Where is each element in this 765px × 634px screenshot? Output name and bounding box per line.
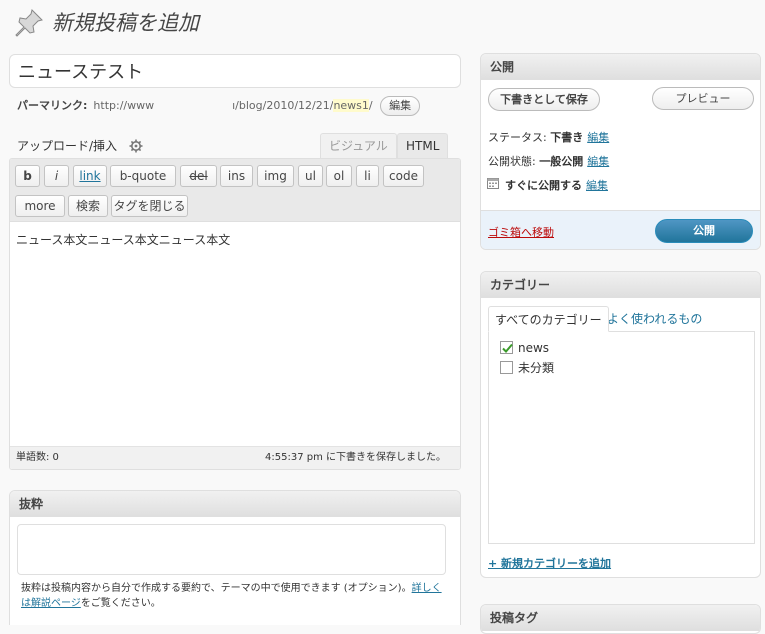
checkbox-unchecked[interactable] (500, 361, 513, 374)
publish-box-title[interactable]: 公開 (481, 54, 760, 80)
checkbox-checked[interactable] (500, 341, 513, 354)
schedule-value: すぐに公開する (505, 179, 582, 192)
visibility-edit-link[interactable]: 編集 (587, 155, 609, 168)
post-status-value: 下書き (550, 131, 584, 144)
tab-all-categories[interactable]: すべてのカテゴリー (488, 306, 609, 332)
permalink-edit-button[interactable]: 編集 (380, 96, 421, 116)
excerpt-textarea[interactable] (17, 524, 446, 575)
publish-button[interactable]: 公開 (655, 219, 753, 243)
permalink-row: パーマリンク: http://www ı/blog/2010/12/21/news1… (17, 96, 467, 116)
permalink-path: ı/blog/2010/12/21/ (232, 99, 334, 112)
qt-more-button[interactable]: more (15, 195, 65, 217)
publish-actions: ゴミ箱へ移動 公開 (481, 210, 760, 249)
move-to-trash-link[interactable]: ゴミ箱へ移動 (488, 224, 554, 240)
qt-img-button[interactable]: img (257, 165, 294, 187)
qt-italic-button[interactable]: i (44, 165, 69, 187)
permalink-prefix: http://www (93, 99, 155, 112)
permalink-slug[interactable]: news1 (333, 99, 369, 112)
excerpt-box: 抜粋 抜粋は投稿内容から自分で作成する要約で、テーマの中で使用できます (オプシ… (9, 490, 461, 625)
category-box: カテゴリー すべてのカテゴリー よく使われるもの news 未分類 + 新規カテ… (480, 271, 761, 578)
visibility-value: 一般公開 (539, 155, 584, 168)
excerpt-help-text: 抜粋は投稿内容から自分で作成する要約で、テーマの中で使用できます (オプション)… (21, 583, 442, 609)
schedule-row: すぐに公開する 編集 (505, 177, 608, 193)
category-label: 未分類 (518, 361, 555, 375)
page-title: 新規投稿を追加 (52, 11, 199, 35)
post-title-input[interactable] (9, 54, 461, 88)
editor: b i link b-quote del ins img ul ol li co… (9, 158, 461, 470)
tags-box: 投稿タグ (480, 604, 761, 634)
qt-ol-button[interactable]: ol (326, 165, 352, 187)
checkmark-icon (502, 343, 513, 353)
permalink-suffix: / (368, 99, 373, 112)
permalink-label: パーマリンク: (17, 99, 88, 112)
tags-box-title[interactable]: 投稿タグ (481, 605, 760, 631)
add-new-category-link[interactable]: + 新規カテゴリーを追加 (488, 555, 611, 571)
tab-html[interactable]: HTML (397, 133, 449, 159)
qt-bold-button[interactable]: b (15, 165, 40, 187)
category-item[interactable]: 未分類 (500, 360, 554, 376)
qt-ul-button[interactable]: ul (298, 165, 323, 187)
qt-blockquote-button[interactable]: b-quote (110, 165, 176, 187)
editor-status-bar: 単語数: 0 4:55:37 pm に下書きを保存しました。 (10, 446, 460, 469)
save-draft-button[interactable]: 下書きとして保存 (488, 88, 600, 111)
qt-link-button[interactable]: link (73, 165, 107, 187)
excerpt-box-title[interactable]: 抜粋 (10, 491, 460, 517)
quicktags-toolbar: b i link b-quote del ins img ul ol li co… (10, 159, 460, 222)
preview-button[interactable]: プレビュー (652, 87, 754, 110)
word-count: 単語数: 0 (16, 452, 59, 463)
qt-ins-button[interactable]: ins (220, 165, 253, 187)
schedule-edit-link[interactable]: 編集 (586, 179, 608, 192)
qt-lookup-button[interactable]: 検索 (68, 195, 108, 217)
upload-insert-label[interactable]: アップロード/挿入 (17, 137, 117, 155)
visibility-row: 公開状態: 一般公開 編集 (488, 155, 610, 168)
tab-popular-categories[interactable]: よく使われるもの (601, 306, 708, 332)
publish-box: 公開 下書きとして保存 プレビュー ステータス: 下書き 編集 公開状態: 一般公… (480, 53, 761, 250)
status-edit-link[interactable]: 編集 (587, 131, 609, 144)
post-status-row: ステータス: 下書き 編集 (488, 131, 610, 144)
tab-visual[interactable]: ビジュアル (320, 133, 397, 159)
category-item[interactable]: news (500, 340, 549, 356)
gear-icon[interactable] (129, 139, 143, 153)
post-content-textarea[interactable]: ニュース本文ニュース本文ニュース本文 (16, 231, 230, 248)
qt-li-button[interactable]: li (356, 165, 379, 187)
qt-del-button[interactable]: del (180, 165, 217, 187)
category-box-title[interactable]: カテゴリー (481, 272, 760, 298)
autosave-status: 4:55:37 pm に下書きを保存しました。 (265, 452, 446, 463)
pushpin-icon (15, 9, 43, 37)
qt-close-tags-button[interactable]: タグを閉じる (111, 195, 188, 217)
category-list: news 未分類 (488, 331, 755, 544)
category-label: news (518, 341, 550, 355)
calendar-icon (487, 178, 499, 189)
qt-code-button[interactable]: code (383, 165, 424, 187)
